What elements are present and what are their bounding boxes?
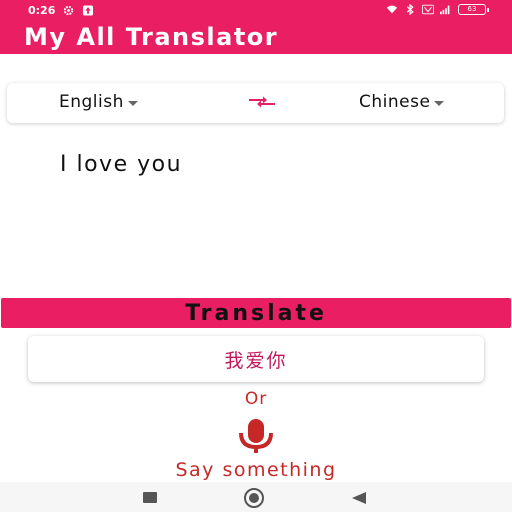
status-right: 63 [386, 4, 489, 15]
chevron-down-icon [127, 100, 138, 106]
signal-icon [440, 5, 450, 15]
status-bar: 0:26 63 [0, 0, 512, 22]
say-something-label[interactable]: Say something [0, 459, 512, 481]
data-icon [422, 4, 434, 15]
navigation-bar [0, 482, 512, 512]
chevron-down-icon [434, 100, 445, 106]
battery-icon: 63 [458, 4, 489, 15]
translated-text: 我爱你 [224, 350, 288, 372]
or-label: Or [244, 389, 268, 409]
source-language-label: English [59, 92, 124, 112]
result-card: 我爱你 [28, 336, 484, 382]
bluetooth-icon [406, 4, 414, 15]
home-icon[interactable] [244, 488, 264, 508]
source-language-dropdown[interactable]: English [59, 92, 138, 112]
microphone-icon[interactable] [229, 419, 283, 453]
translate-button[interactable]: Translate [1, 298, 511, 328]
source-text-input[interactable]: I love you [60, 152, 182, 177]
app-title: My All Translator [24, 23, 279, 51]
settings-gear-icon [64, 5, 74, 16]
app-bar: My All Translator [0, 22, 512, 54]
target-language-dropdown[interactable]: Chinese [359, 92, 445, 112]
target-language-label: Chinese [359, 92, 431, 112]
wifi-icon [386, 5, 398, 14]
back-icon[interactable] [352, 492, 366, 504]
status-left: 0:26 [28, 4, 94, 17]
language-selector-card: English Chinese [7, 83, 504, 123]
status-time: 0:26 [28, 4, 56, 17]
recent-apps-icon[interactable] [143, 492, 157, 503]
upload-notification-icon [83, 5, 94, 16]
swap-arrows-icon[interactable] [247, 95, 277, 109]
